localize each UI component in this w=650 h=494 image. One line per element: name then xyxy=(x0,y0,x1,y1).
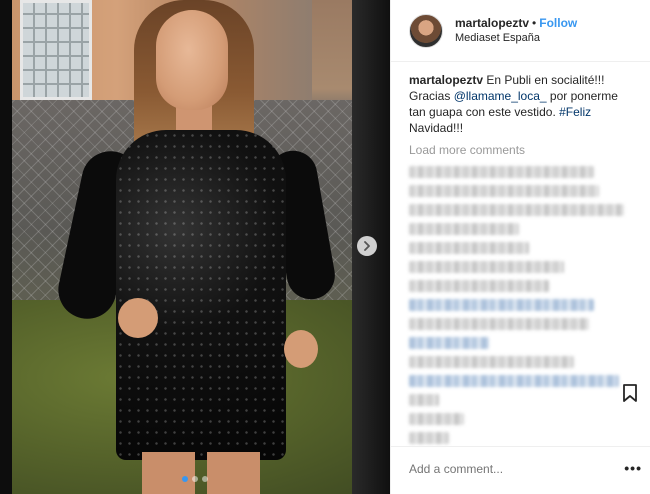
carousel-indicator xyxy=(182,476,208,482)
blurred-comments xyxy=(409,166,632,444)
blurred-comment-line xyxy=(409,185,599,197)
blurred-comment-line xyxy=(409,375,619,387)
post-side-panel: martalopeztv • Follow Mediaset España mart… xyxy=(390,0,650,494)
more-options-button[interactable]: ••• xyxy=(624,460,642,476)
post-modal: martalopeztv • Follow Mediaset España mart… xyxy=(0,0,650,494)
post-photo[interactable] xyxy=(12,0,390,494)
separator-dot: • xyxy=(532,16,537,30)
subject-hand-right xyxy=(284,330,318,368)
subject-face xyxy=(156,10,228,110)
blurred-comment-line xyxy=(409,299,594,311)
carousel-dot xyxy=(192,476,198,482)
blurred-comment-line xyxy=(409,280,549,292)
subject-dress xyxy=(116,130,286,460)
bookmark-icon[interactable] xyxy=(622,384,638,402)
blurred-comment-line xyxy=(409,318,589,330)
caption: martalopeztv En Publi en socialité!!! Gr… xyxy=(409,72,632,136)
blurred-comment-line xyxy=(409,432,449,444)
caption-text: Navidad!!! xyxy=(409,121,464,135)
avatar[interactable] xyxy=(409,13,443,48)
comments-section: martalopeztv En Publi en socialité!!! Gr… xyxy=(391,62,650,444)
caption-mention[interactable]: @llamame_loca_ xyxy=(454,89,547,103)
caption-username[interactable]: martalopeztv xyxy=(409,73,483,87)
blurred-comment-line xyxy=(409,394,439,406)
subject-hand-left xyxy=(118,298,158,338)
follow-button[interactable]: Follow xyxy=(539,16,577,30)
header-text: martalopeztv • Follow Mediaset España xyxy=(455,15,577,46)
carousel-dot xyxy=(182,476,188,482)
load-more-comments-button[interactable]: Load more comments xyxy=(409,142,632,158)
left-gutter xyxy=(0,0,12,494)
carousel-dot xyxy=(202,476,208,482)
photo-subject xyxy=(52,0,346,494)
username-link[interactable]: martalopeztv xyxy=(455,16,529,30)
blurred-comment-line xyxy=(409,204,624,216)
blurred-comment-line xyxy=(409,337,489,349)
blurred-comment-line xyxy=(409,261,564,273)
next-photo-button[interactable] xyxy=(357,236,377,256)
blurred-comment-line xyxy=(409,356,574,368)
post-header: martalopeztv • Follow Mediaset España xyxy=(391,0,650,62)
blurred-comment-line xyxy=(409,413,464,425)
blurred-comment-line xyxy=(409,166,594,178)
comment-divider xyxy=(391,446,650,447)
chevron-right-icon xyxy=(364,241,370,251)
blurred-comment-line xyxy=(409,223,519,235)
caption-hashtag[interactable]: #Feliz xyxy=(559,105,591,119)
blurred-comment-line xyxy=(409,242,529,254)
location-link[interactable]: Mediaset España xyxy=(455,31,577,46)
subject-legs xyxy=(142,452,260,494)
add-comment-input[interactable] xyxy=(409,462,609,476)
